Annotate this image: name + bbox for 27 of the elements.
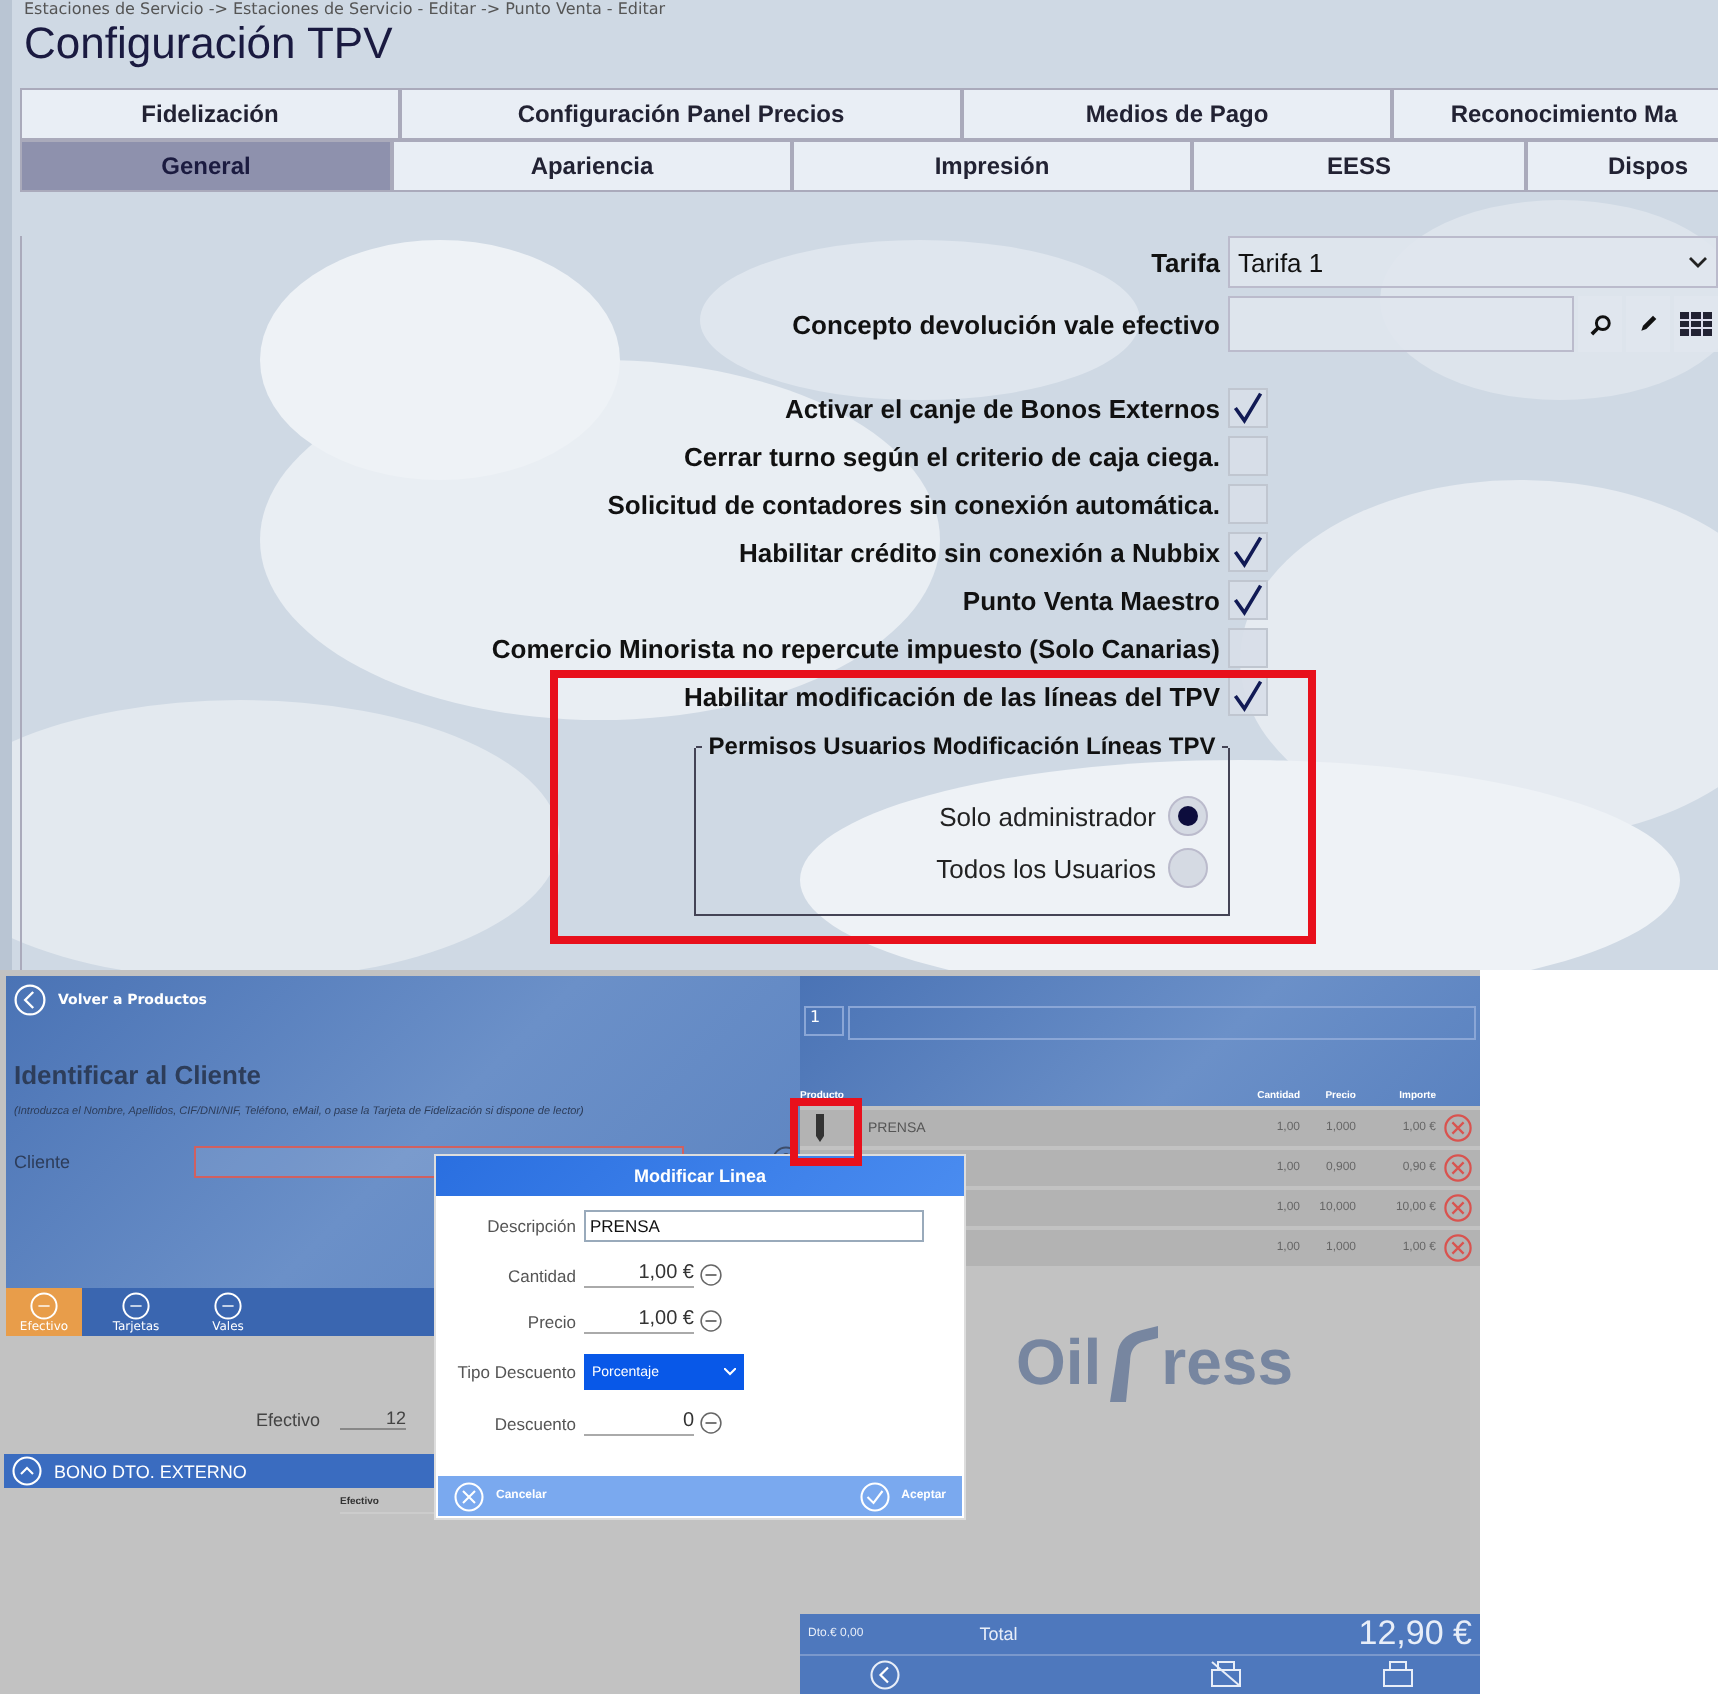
field-label: Concepto devolución vale efectivo (790, 309, 1220, 339)
dialog-title: Modificar Linea (436, 1156, 964, 1196)
option-label: Habilitar crédito sin conexión a Nubbix (736, 537, 1220, 567)
page-title: Configuración TPV (24, 20, 395, 68)
group-title: Permisos Usuarios Modificación Líneas TPV (708, 732, 1216, 762)
radio-label: Solo administrador (939, 801, 1156, 831)
breadcrumb: Estaciones de Servicio -> Estaciones de Servicio - Editar -> Punto Venta - Editar (24, 0, 668, 20)
option-label: Habilitar modificación de las líneas del TPV (681, 681, 1220, 711)
radio-label: Todos los Usuarios (936, 853, 1156, 883)
field-label: Cantidad (505, 1265, 576, 1285)
field-label: Cliente (14, 1152, 71, 1172)
field-label: Descripción (485, 1216, 576, 1236)
option-label: Solicitud de contadores sin conexión automática. (605, 489, 1220, 519)
section-title: Identificar al Cliente (14, 1060, 264, 1090)
option-label: Activar el canje de Bonos Externos (783, 393, 1220, 423)
field-label: Efectivo (256, 1410, 321, 1430)
logo-text: Oil (1016, 1325, 1102, 1399)
option-label: Cerrar turno según el criterio de caja ciega. (681, 441, 1220, 471)
logo-text: ress (1161, 1325, 1294, 1399)
option-label: Punto Venta Maestro (960, 585, 1220, 615)
field-label: Precio (525, 1311, 576, 1331)
option-label: Comercio Minorista no repercute impuesto (Solo Canarias) (489, 633, 1220, 663)
total-amount: 12,90 € (1358, 1614, 1472, 1654)
total-label: Total (979, 1624, 1018, 1644)
field-label: Tarifa (1149, 247, 1220, 277)
field-label: Tipo Descuento (455, 1362, 576, 1382)
field-label: Descuento (492, 1413, 576, 1433)
